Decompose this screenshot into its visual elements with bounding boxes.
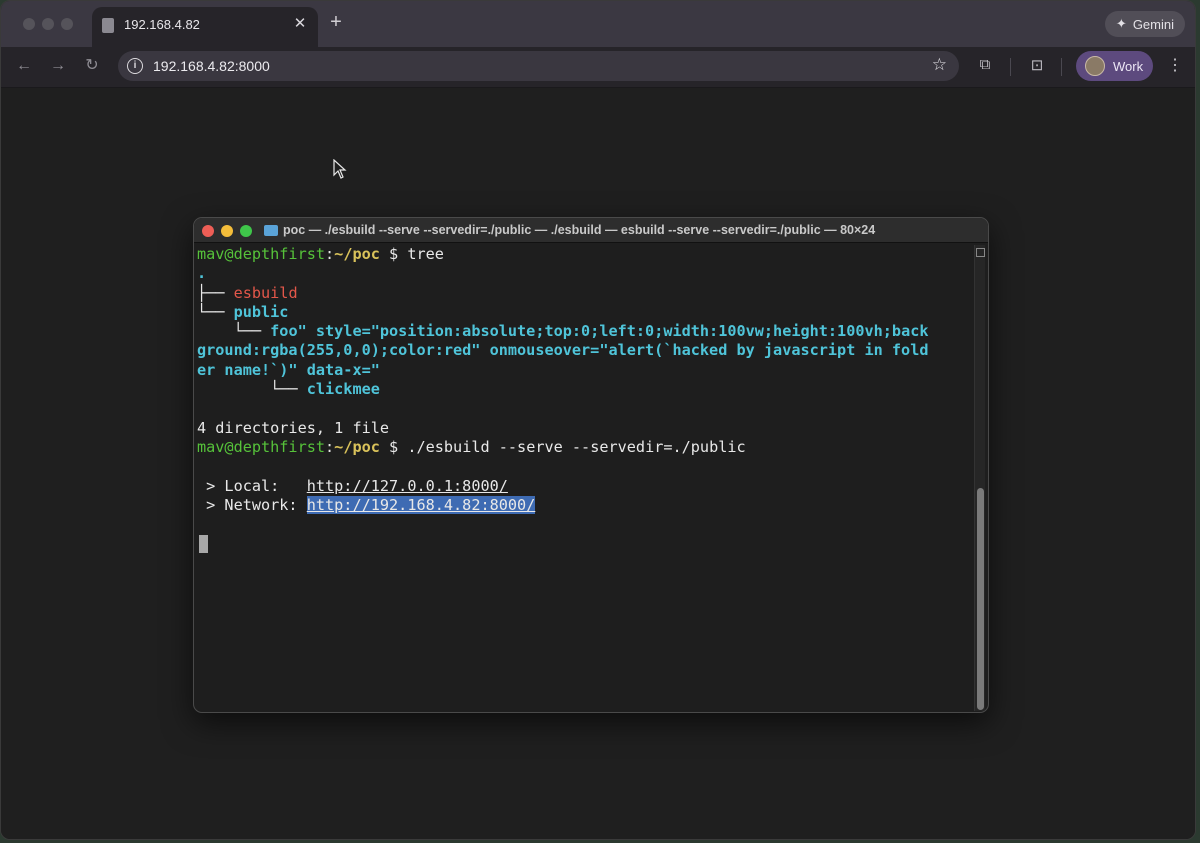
terminal-line: mav@depthfirst:~/poc $ tree bbox=[197, 245, 972, 264]
terminal-line: er name!`)" data-x=" bbox=[197, 361, 972, 380]
toolbar-divider bbox=[1061, 58, 1062, 76]
local-url-link[interactable]: http://127.0.0.1:8000/ bbox=[307, 477, 508, 495]
terminal-line: ground:rgba(255,0,0);color:red" onmouseo… bbox=[197, 341, 972, 360]
scrollbar-cap bbox=[976, 248, 985, 257]
forward-arrow-icon[interactable]: → bbox=[47, 55, 69, 77]
terminal-line: ├── esbuild bbox=[197, 284, 972, 303]
tree-branch: └── bbox=[197, 380, 307, 399]
terminal-line: └── clickmee bbox=[197, 380, 972, 399]
tree-item-esbuild: esbuild bbox=[233, 283, 298, 302]
scrollbar-thumb[interactable] bbox=[977, 488, 984, 710]
file-icon bbox=[102, 18, 114, 33]
terminal-line: └── foo" style="position:absolute;top:0;… bbox=[197, 322, 972, 341]
terminal-line bbox=[197, 534, 972, 553]
tree-branch: └── bbox=[197, 322, 271, 341]
tree-item-malicious-name-end: er name!`)" data-x=" bbox=[197, 360, 380, 379]
prompt-separator: : bbox=[325, 245, 335, 263]
terminal-minimize-button[interactable] bbox=[221, 225, 233, 237]
browser-window: 192.168.4.82 ✕ + ✦ Gemini ← → ↻ i 192.16… bbox=[0, 0, 1196, 840]
prompt-dollar: $ bbox=[379, 437, 408, 456]
kebab-menu-icon[interactable]: ⋮ bbox=[1167, 55, 1183, 75]
avatar bbox=[1085, 56, 1105, 76]
sparkle-icon: ✦ bbox=[1115, 16, 1127, 31]
tab-active[interactable]: 192.168.4.82 ✕ bbox=[92, 7, 318, 47]
local-label: > Local: bbox=[197, 476, 307, 495]
tree-summary: 4 directories, 1 file bbox=[197, 418, 390, 437]
toolbar-divider bbox=[1010, 58, 1011, 76]
tree-item-public: public bbox=[233, 302, 289, 321]
tree-root: . bbox=[197, 264, 207, 283]
terminal-output[interactable]: mav@depthfirst:~/poc $ tree . ├── esbuil… bbox=[197, 245, 972, 554]
tree-branch: └── bbox=[197, 302, 234, 321]
url-text[interactable]: 192.168.4.82:8000 bbox=[153, 58, 270, 74]
prompt-user: mav@depthfirst bbox=[197, 437, 326, 456]
terminal-line: > Local: http://127.0.0.1:8000/ bbox=[197, 477, 972, 496]
terminal-line: > Network: http://192.168.4.82:8000/ bbox=[197, 495, 972, 515]
info-icon[interactable]: i bbox=[127, 58, 143, 74]
network-url-link[interactable]: http://192.168.4.82:8000/ bbox=[306, 495, 536, 514]
new-tab-button[interactable]: + bbox=[325, 11, 347, 34]
screen-search-icon[interactable]: ⊡ bbox=[1027, 56, 1047, 74]
prompt-path: ~/poc bbox=[334, 245, 380, 263]
terminal-window[interactable]: poc — ./esbuild --serve --servedir=./pub… bbox=[193, 217, 989, 713]
extensions-puzzle-icon[interactable]: ⧉ bbox=[975, 56, 995, 73]
command-text: tree bbox=[407, 245, 444, 263]
minimize-window-button[interactable] bbox=[42, 18, 54, 30]
address-bar[interactable]: i 192.168.4.82:8000 ☆ bbox=[118, 51, 959, 81]
mouse-cursor-icon bbox=[333, 159, 347, 179]
terminal-titlebar[interactable]: poc — ./esbuild --serve --servedir=./pub… bbox=[194, 218, 988, 243]
prompt-user: mav@depthfirst bbox=[197, 245, 326, 263]
profile-label: Work bbox=[1113, 58, 1144, 74]
reload-icon[interactable]: ↻ bbox=[81, 55, 103, 77]
network-label: > Network: bbox=[197, 495, 307, 514]
tab-strip: 192.168.4.82 ✕ + ✦ Gemini bbox=[1, 1, 1195, 47]
back-arrow-icon[interactable]: ← bbox=[13, 55, 35, 77]
terminal-title: poc — ./esbuild --serve --servedir=./pub… bbox=[283, 223, 876, 237]
gemini-button[interactable]: ✦ Gemini bbox=[1104, 11, 1185, 37]
bookmark-star-icon[interactable]: ☆ bbox=[932, 55, 947, 75]
prompt-path: ~/poc bbox=[334, 437, 380, 456]
tab-title: 192.168.4.82 bbox=[124, 17, 200, 32]
terminal-line: └── public bbox=[197, 303, 972, 322]
tree-item-malicious-name-cont: ground:rgba(255,0,0);color:red" onmouseo… bbox=[197, 341, 929, 360]
tree-branch: ├── bbox=[197, 283, 234, 302]
terminal-zoom-button[interactable] bbox=[240, 225, 252, 237]
gemini-label: Gemini bbox=[1132, 16, 1174, 32]
close-tab-icon[interactable]: ✕ bbox=[291, 14, 309, 32]
tree-item-malicious-name: foo" style="position:absolute;top:0;left… bbox=[270, 322, 929, 341]
tree-item-clickmee: clickmee bbox=[306, 380, 380, 399]
browser-toolbar: ← → ↻ i 192.168.4.82:8000 ☆ ⧉ ⊡ Work ⋮ bbox=[1, 47, 1195, 88]
terminal-scrollbar[interactable] bbox=[974, 245, 985, 711]
prompt-dollar: $ bbox=[379, 245, 408, 263]
profile-button[interactable]: Work bbox=[1076, 51, 1153, 81]
terminal-line: . bbox=[197, 264, 972, 283]
command-text: ./esbuild --serve --servedir=./public bbox=[407, 437, 746, 456]
terminal-close-button[interactable] bbox=[202, 225, 214, 237]
terminal-line: 4 directories, 1 file bbox=[197, 419, 972, 438]
prompt-separator: : bbox=[325, 437, 335, 456]
terminal-cursor bbox=[199, 534, 208, 553]
terminal-line: mav@depthfirst:~/poc $ ./esbuild --serve… bbox=[197, 438, 972, 457]
folder-icon bbox=[264, 225, 278, 236]
close-window-button[interactable] bbox=[23, 18, 35, 30]
zoom-window-button[interactable] bbox=[61, 18, 73, 30]
